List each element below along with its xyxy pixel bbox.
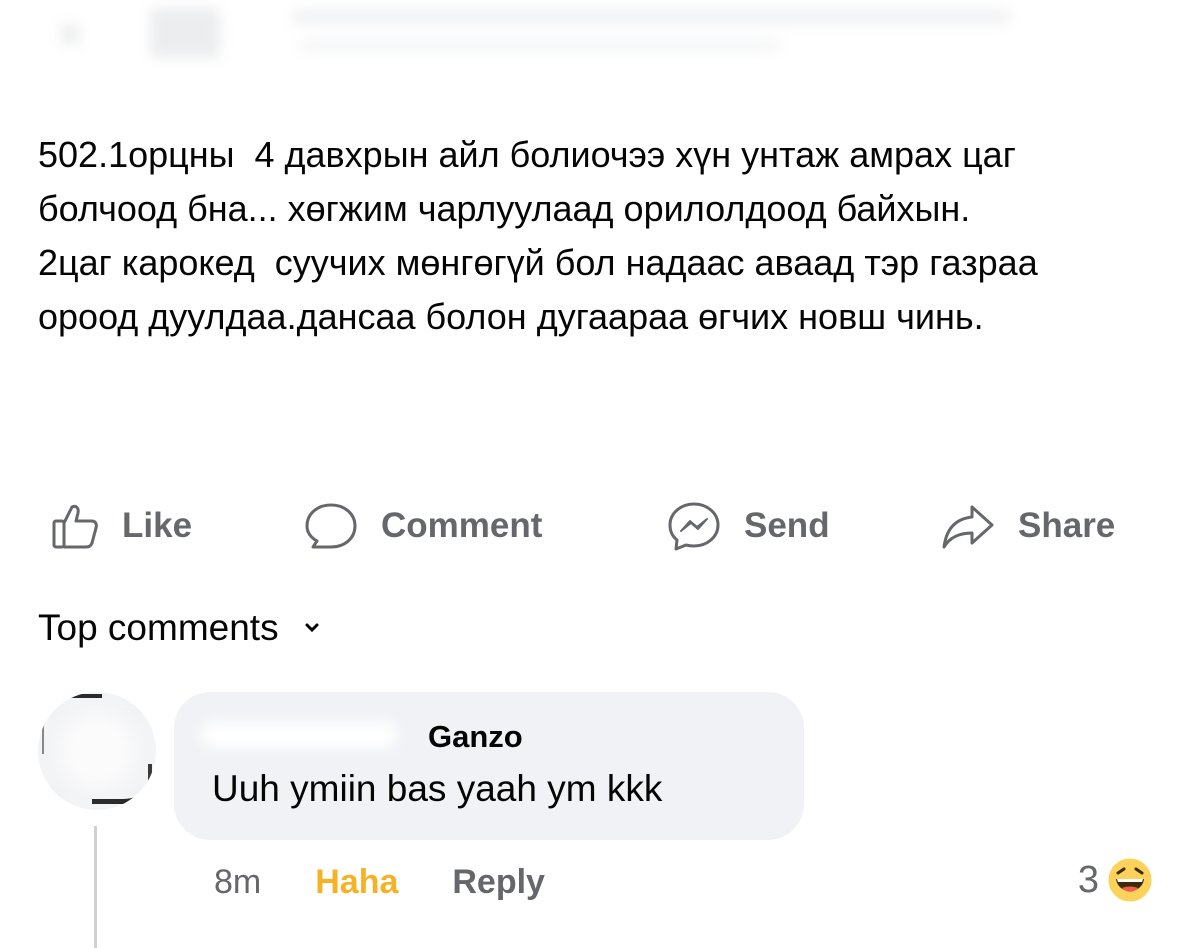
like-label: Like (122, 506, 193, 545)
share-arrow-icon (942, 505, 994, 549)
avatar[interactable] (38, 692, 156, 810)
chevron-down-icon (305, 623, 319, 633)
messenger-icon (668, 502, 720, 551)
share-button[interactable]: Share (940, 498, 1115, 554)
top-comments-filter[interactable]: Top comments (38, 603, 321, 653)
post-paragraph-1: 502.1орцны 4 давхрын айл болиочээ хүн ун… (38, 134, 1026, 229)
comment-button[interactable]: Comment (303, 498, 542, 554)
send-label: Send (744, 506, 830, 545)
redacted-name (202, 722, 397, 748)
comment-author[interactable]: Ganzo (428, 719, 523, 755)
comment-meta: 8m Haha Reply (214, 860, 545, 904)
comment-label: Comment (381, 506, 543, 545)
post-paragraph-2: 2цаг карокед суучих мөнгөгүй бол надаас … (38, 242, 1048, 337)
post-action-bar: Like Comment Send Share (0, 498, 1179, 554)
like-button[interactable]: Like (50, 498, 192, 554)
post-text: 502.1орцны 4 давхрын айл болиочээ хүн ун… (38, 128, 1148, 344)
share-label: Share (1018, 506, 1116, 545)
thread-line (94, 826, 97, 948)
comment-bubble-icon (305, 503, 357, 549)
facebook-post-view: 502.1орцны 4 давхрын айл болиочээ хүн ун… (0, 0, 1179, 948)
reaction-summary[interactable]: 3 (1078, 852, 1155, 908)
haha-emoji-icon (1105, 855, 1155, 905)
top-comments-label: Top comments (38, 607, 279, 648)
reaction-count: 3 (1077, 858, 1099, 901)
haha-reaction-button[interactable]: Haha (315, 863, 398, 902)
send-button[interactable]: Send (666, 498, 830, 554)
comment-text: Uuh ymiin bas yaah ym kkk (212, 768, 663, 809)
comment-timestamp: 8m (214, 862, 262, 901)
reply-button[interactable]: Reply (452, 863, 545, 902)
thumbs-up-icon (52, 504, 98, 549)
blurred-post-header (0, 0, 1179, 80)
comment-bubble[interactable]: Ganzo Uuh ymiin bas yaah ym kkk (174, 692, 804, 840)
